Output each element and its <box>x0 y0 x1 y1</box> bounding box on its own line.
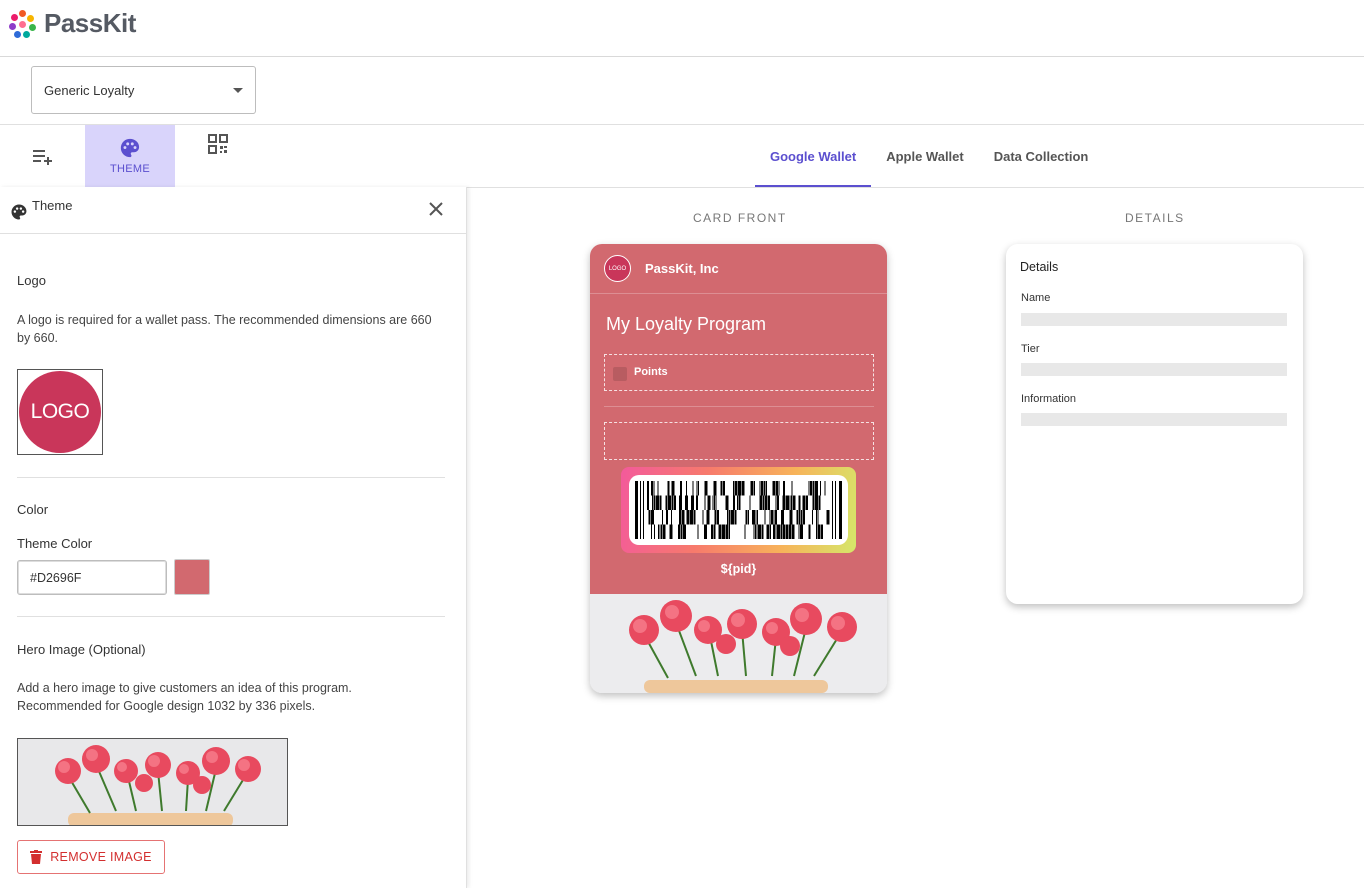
card-logo: LOGO <box>604 255 631 282</box>
logo-upload[interactable]: LOGO <box>17 369 103 455</box>
theme-color-input[interactable]: #D2696F <box>17 560 167 595</box>
remove-image-button[interactable]: REMOVE IMAGE <box>17 840 165 874</box>
details-field-tier-label: Tier <box>1021 343 1040 355</box>
details-field-name-value <box>1021 313 1287 326</box>
theme-color-swatch[interactable] <box>174 559 210 595</box>
hero-section-title: Hero Image (Optional) <box>17 642 146 657</box>
card-front-label: CARD FRONT <box>693 211 787 225</box>
logo-image: LOGO <box>19 371 101 453</box>
color-section-title: Color <box>17 502 49 517</box>
divider <box>17 616 445 617</box>
card-divider <box>604 406 874 407</box>
barcode-icon <box>635 481 842 539</box>
top-header: PassKit <box>0 0 1364 57</box>
palette-icon <box>120 138 140 158</box>
program-select-value: Generic Loyalty <box>44 82 135 98</box>
hero-image-thumbnail[interactable] <box>17 738 288 826</box>
tab-barcode[interactable] <box>175 113 260 175</box>
hero-description: Add a hero image to give customers an id… <box>17 681 352 713</box>
playlist-add-icon <box>32 150 52 165</box>
card-issuer-name: PassKit, Inc <box>645 261 719 276</box>
points-label: Points <box>634 366 668 378</box>
theme-color-label: Theme Color <box>17 536 93 551</box>
barcode-frame <box>621 467 856 553</box>
card-body: LOGO PassKit, Inc My Loyalty Program Poi… <box>590 244 887 594</box>
details-field-information-label: Information <box>1021 393 1077 405</box>
details-field-information-value <box>1021 413 1287 426</box>
card-hero-image <box>590 594 887 693</box>
divider <box>17 477 445 478</box>
app-logo[interactable]: PassKit <box>8 8 136 39</box>
tab-fields[interactable] <box>0 125 85 187</box>
palette-icon <box>11 204 27 220</box>
close-icon[interactable] <box>428 201 444 217</box>
details-preview: Details Name Tier Information <box>1006 244 1303 604</box>
pass-id: ${pid} <box>720 562 757 576</box>
passkit-logo-icon <box>8 9 38 39</box>
app-name: PassKit <box>44 8 136 38</box>
tab-theme-label: THEME <box>110 163 150 175</box>
tab-google-wallet[interactable]: Google Wallet <box>755 125 872 187</box>
card-header: LOGO PassKit, Inc <box>590 244 887 294</box>
card-front-preview: LOGO PassKit, Inc My Loyalty Program Poi… <box>590 244 887 693</box>
card-program-name: My Loyalty Program <box>606 314 767 334</box>
panel-title: Theme <box>32 197 73 213</box>
qr-code-icon <box>207 134 228 154</box>
preview-tabs: Google Wallet Apple Wallet Data Collecti… <box>755 125 1103 187</box>
panel-header: Theme <box>0 187 466 234</box>
tab-apple-wallet[interactable]: Apple Wallet <box>871 125 979 187</box>
tool-tabs: THEME <box>0 125 260 187</box>
tab-data-collection[interactable]: Data Collection <box>979 125 1104 187</box>
barcode <box>629 475 848 545</box>
logo-section-title: Logo <box>17 273 46 288</box>
details-field-name-label: Name <box>1021 292 1051 304</box>
chevron-down-icon <box>233 88 243 93</box>
details-title: Details <box>1020 260 1059 274</box>
secondary-field[interactable] <box>604 422 874 460</box>
remove-image-label: REMOVE IMAGE <box>50 850 152 864</box>
points-field[interactable]: Points <box>604 354 874 391</box>
points-icon <box>613 367 627 381</box>
details-field-tier-value <box>1021 363 1287 376</box>
logo-description: A logo is required for a wallet pass. Th… <box>17 313 432 345</box>
details-label: DETAILS <box>1125 211 1185 225</box>
trash-icon <box>30 850 43 864</box>
tab-theme[interactable]: THEME <box>85 125 175 187</box>
flowers-image <box>18 739 287 825</box>
flowers-image <box>590 594 887 693</box>
theme-panel: Theme Logo A logo is required for a wall… <box>0 187 467 888</box>
program-select[interactable]: Generic Loyalty <box>31 66 256 114</box>
